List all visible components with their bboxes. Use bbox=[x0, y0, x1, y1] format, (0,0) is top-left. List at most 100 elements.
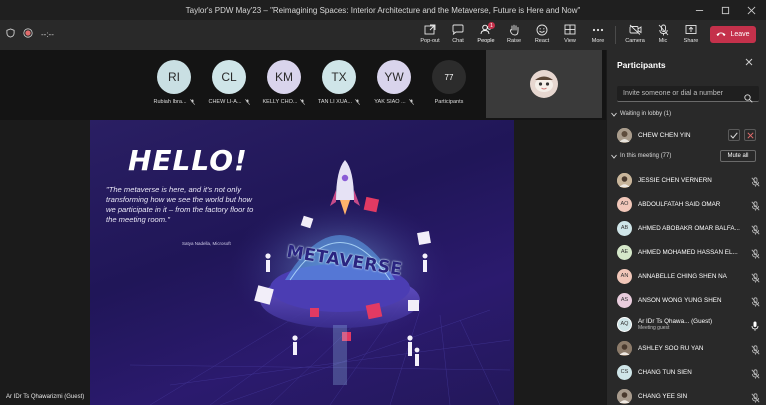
participant-gallery: RI Rubiah Ibra... CL CHEW LI-A... KM KEL… bbox=[0, 50, 606, 120]
participant-row[interactable]: AS ANSON WONG YUNG SHEN bbox=[617, 291, 763, 309]
mic-off-icon bbox=[751, 198, 761, 211]
view-button[interactable]: View bbox=[556, 23, 584, 49]
mic-off-icon bbox=[751, 270, 761, 283]
mic-off-icon bbox=[300, 99, 306, 105]
chevron-down-icon bbox=[611, 154, 617, 159]
participant-row[interactable]: AN ANNABELLE CHING SHEN NA bbox=[617, 267, 763, 285]
participant-row[interactable]: AQ Ar IDr Ts Qhawa... (Guest) Meeting gues… bbox=[617, 315, 763, 333]
mute-all-button[interactable]: Mute all bbox=[720, 150, 756, 162]
react-label: React bbox=[534, 38, 550, 44]
more-icon bbox=[591, 23, 605, 36]
popout-label: Pop-out bbox=[420, 38, 440, 44]
tile-name: TAN LI XUA... bbox=[317, 99, 353, 105]
maximize-icon[interactable] bbox=[714, 0, 736, 20]
participant-row[interactable]: ASHLEY SOO RU YAN bbox=[617, 339, 763, 357]
presenter-name: Ar IDr Ts Qhawarizmi (Guest) bbox=[6, 394, 85, 400]
avatar: AB bbox=[617, 220, 632, 236]
mic-label: Mic bbox=[658, 38, 668, 44]
meeting-section-header[interactable]: In this meeting (77) bbox=[611, 153, 671, 159]
shield-icon bbox=[6, 28, 15, 40]
gallery-tile[interactable]: CL CHEW LI-A... bbox=[207, 60, 251, 105]
mic-off-icon bbox=[355, 99, 360, 105]
avatar: TX bbox=[322, 60, 356, 94]
check-icon bbox=[730, 131, 738, 139]
slide-quote: "The metaverse is here, and it's not onl… bbox=[106, 185, 254, 224]
tile-name: CHEW LI-A... bbox=[208, 99, 242, 105]
leave-button[interactable]: Leave bbox=[710, 26, 756, 43]
chevron-down-icon bbox=[611, 112, 617, 117]
deny-button[interactable] bbox=[744, 129, 756, 141]
participant-row[interactable]: AE AHMED MOHAMED HASSAN EL... bbox=[617, 243, 763, 261]
camera-button[interactable]: Camera bbox=[621, 23, 649, 49]
close-icon bbox=[745, 58, 753, 66]
lobby-name: CHEW CHEN YIN bbox=[638, 131, 691, 139]
raise-label: Raise bbox=[506, 38, 522, 44]
avatar bbox=[617, 388, 632, 404]
grid-icon bbox=[563, 23, 577, 36]
leave-label: Leave bbox=[730, 31, 750, 38]
participant-row[interactable]: CS CHANG TUN SIEN bbox=[617, 363, 763, 381]
minimize-icon[interactable] bbox=[688, 0, 710, 20]
participant-row[interactable]: JESSIE CHEN VERNERN bbox=[617, 171, 763, 189]
avatar bbox=[617, 172, 632, 188]
participant-row[interactable]: CHANG YEE SIN bbox=[617, 387, 763, 405]
view-label: View bbox=[564, 38, 576, 44]
mic-off-icon bbox=[656, 23, 670, 36]
participant-row[interactable]: AB AHMED ABOBAKR OMAR BALFA... bbox=[617, 219, 763, 237]
share-icon bbox=[684, 23, 698, 36]
mic-off-icon bbox=[751, 390, 761, 403]
gallery-tile[interactable]: RI Rubiah Ibra... bbox=[152, 60, 196, 105]
camera-off-icon bbox=[628, 23, 642, 36]
admit-button[interactable] bbox=[728, 129, 740, 141]
self-avatar bbox=[530, 70, 558, 98]
lobby-section-header[interactable]: Waiting in lobby (1) bbox=[611, 111, 671, 117]
participant-row[interactable]: AO ABDOULFATAH SAID OMAR bbox=[617, 195, 763, 213]
share-button[interactable]: Share bbox=[677, 23, 705, 49]
participant-name: AHMED ABOBAKR OMAR BALFA... bbox=[638, 224, 740, 232]
mic-off-icon bbox=[751, 246, 761, 259]
self-view[interactable] bbox=[486, 50, 602, 118]
close-icon bbox=[746, 131, 754, 139]
participant-name: CHANG YEE SIN bbox=[638, 392, 688, 400]
participant-subtitle: Meeting guest bbox=[638, 324, 670, 331]
mic-off-icon bbox=[751, 342, 761, 355]
meeting-toolbar: --:-- Pop-out Chat 1 People Raise React … bbox=[0, 20, 766, 52]
tile-name: Rubiah Ibra... bbox=[153, 99, 187, 105]
avatar: CL bbox=[212, 60, 246, 94]
participant-name: ANNABELLE CHING SHEN NA bbox=[638, 272, 727, 280]
popout-button[interactable]: Pop-out bbox=[416, 23, 444, 49]
phone-hangup-icon bbox=[716, 31, 726, 39]
panel-title: Participants bbox=[617, 60, 666, 70]
avatar: AQ bbox=[617, 316, 632, 332]
people-button[interactable]: 1 People bbox=[472, 22, 500, 52]
more-label: More bbox=[591, 38, 605, 44]
mic-button[interactable]: Mic bbox=[649, 23, 677, 49]
participants-panel: Participants Invite someone or dial a nu… bbox=[606, 50, 766, 405]
participant-name: ABDOULFATAH SAID OMAR bbox=[638, 200, 721, 208]
avatar: YW bbox=[377, 60, 411, 94]
participants-tile-label: Participants bbox=[434, 99, 464, 105]
participants-overflow-tile[interactable]: 77 Participants bbox=[425, 60, 473, 105]
close-icon[interactable] bbox=[740, 0, 762, 20]
avatar: RI bbox=[157, 60, 191, 94]
more-button[interactable]: More bbox=[584, 23, 612, 49]
popout-icon bbox=[423, 23, 437, 36]
chat-button[interactable]: Chat bbox=[444, 23, 472, 49]
gallery-tile[interactable]: YW YAK SIAO ... bbox=[372, 60, 416, 105]
meeting-timer: --:-- bbox=[41, 29, 54, 39]
avatar: KM bbox=[267, 60, 301, 94]
invite-input[interactable]: Invite someone or dial a number bbox=[617, 86, 759, 102]
mic-off-icon bbox=[244, 99, 250, 105]
panel-close-button[interactable] bbox=[745, 58, 753, 69]
chat-label: Chat bbox=[452, 38, 464, 44]
gallery-tile[interactable]: TX TAN LI XUA... bbox=[317, 60, 361, 105]
meeting-header-label: In this meeting (77) bbox=[620, 153, 672, 159]
dialpad-icon[interactable] bbox=[744, 90, 754, 103]
avatar: AO bbox=[617, 196, 632, 212]
gallery-tile[interactable]: KM KELLY CHO... bbox=[262, 60, 306, 105]
mic-off-icon bbox=[751, 366, 761, 379]
react-button[interactable]: React bbox=[528, 23, 556, 49]
raise-button[interactable]: Raise bbox=[500, 23, 528, 49]
smile-icon bbox=[535, 23, 549, 36]
participant-name: ASHLEY SOO RU YAN bbox=[638, 344, 704, 352]
